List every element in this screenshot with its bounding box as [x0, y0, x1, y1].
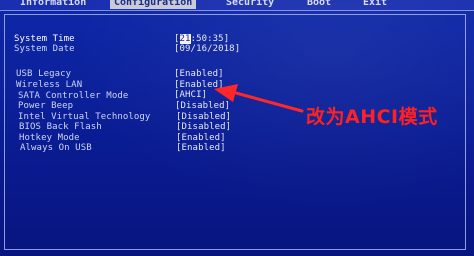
setting-value-hotkey-mode[interactable]: [Enabled] — [176, 133, 226, 143]
system-time-value[interactable]: [21:50:35] — [174, 34, 229, 44]
system-time-rest: :50:35] — [190, 34, 230, 44]
system-time-open-bracket: [ — [174, 34, 180, 44]
setting-label-always-on-usb: Always On USB — [20, 143, 92, 153]
system-time-hour[interactable]: 21 — [179, 34, 191, 44]
setting-value-wireless-lan[interactable]: [Enabled] — [174, 80, 224, 90]
setting-label-power-beep: Power Beep — [18, 101, 74, 111]
system-date-label: System Date — [14, 44, 75, 54]
setting-value-bios-back-flash[interactable]: [Disabled] — [176, 122, 231, 132]
tab-boot[interactable]: Boot — [307, 0, 331, 9]
setting-value-sata-controller-mode[interactable]: [AHCI] — [174, 90, 207, 100]
system-date-value[interactable]: [09/16/2018] — [174, 44, 240, 54]
setting-value-always-on-usb[interactable]: [Enabled] — [176, 143, 226, 153]
bios-screen: Information Configuration Security Boot … — [0, 0, 474, 256]
setting-value-usb-legacy[interactable]: [Enabled] — [174, 69, 224, 79]
annotation-text: 改为AHCI模式 — [306, 106, 438, 128]
tab-information[interactable]: Information — [20, 0, 86, 9]
setting-label-hotkey-mode: Hotkey Mode — [19, 133, 80, 143]
tab-configuration[interactable]: Configuration — [110, 0, 197, 9]
setting-label-wireless-lan: Wireless LAN — [16, 80, 83, 90]
setting-label-intel-virtual-technology: Intel Virtual Technology — [18, 112, 151, 122]
bios-menu-bar: Information Configuration Security Boot … — [0, 0, 474, 11]
setting-label-sata-controller-mode: SATA Controller Mode — [18, 91, 129, 101]
setting-label-bios-back-flash: BIOS Back Flash — [19, 122, 102, 132]
setting-label-usb-legacy: USB Legacy — [16, 69, 72, 79]
tab-security[interactable]: Security — [226, 0, 274, 9]
setting-value-power-beep[interactable]: [Disabled] — [175, 101, 230, 111]
setting-value-intel-virtual-technology[interactable]: [Disabled] — [176, 112, 231, 122]
tab-exit[interactable]: Exit — [363, 0, 387, 9]
system-time-label: System Time — [14, 34, 75, 44]
